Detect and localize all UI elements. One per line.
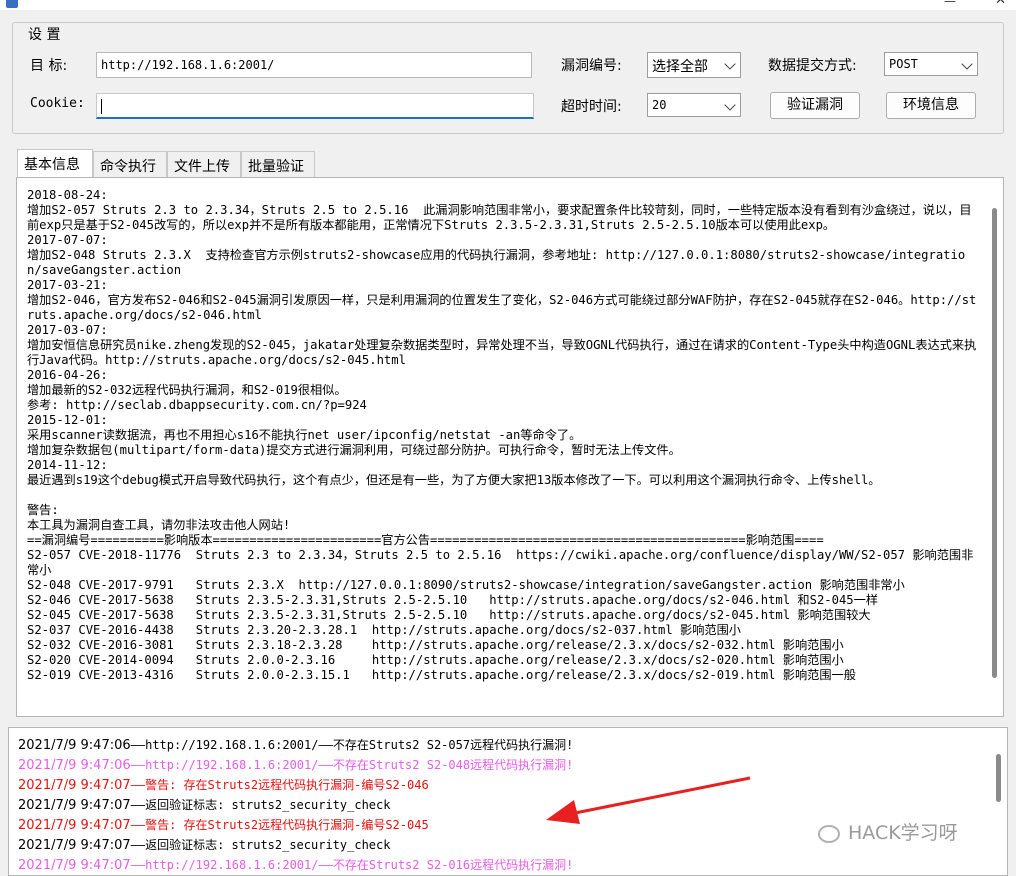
- env-info-button[interactable]: 环境信息: [886, 92, 976, 119]
- submit-method-value: POST: [889, 57, 918, 71]
- app-icon: [6, 0, 18, 8]
- log-line: 2021/7/9 9:47:07——警告: 存在Struts2远程代码执行漏洞-…: [18, 776, 429, 793]
- target-url-input[interactable]: http://192.168.1.6:2001/: [96, 52, 532, 78]
- log-message: ——警告: 存在Struts2远程代码执行漏洞-编号S2-045: [130, 818, 429, 832]
- minimize-icon[interactable]: —: [944, 0, 956, 8]
- log-output-area[interactable]: 2021/7/9 9:47:06——http://192.168.1.6:200…: [8, 727, 1008, 876]
- cookie-input[interactable]: [96, 93, 534, 119]
- tab-command-exec[interactable]: 命令执行: [93, 151, 167, 177]
- tab-basic-info[interactable]: 基本信息: [17, 149, 93, 177]
- log-scrollbar[interactable]: [996, 754, 1001, 802]
- log-line: 2021/7/9 9:47:07——返回验证标志: struts2_securi…: [18, 796, 390, 813]
- log-message: ——返回验证标志: struts2_security_check: [130, 798, 391, 812]
- watermark-text: HACK学习呀: [848, 822, 958, 844]
- log-time: 2021/7/9 9:47:07: [18, 778, 131, 793]
- watermark: HACK学习呀: [818, 818, 958, 845]
- info-text-area[interactable]: 2018-08-24: 增加S2-057 Struts 2.3 to 2.3.3…: [16, 177, 1004, 717]
- red-arrow-annotation: [546, 776, 751, 824]
- wechat-logo-icon: [818, 824, 840, 843]
- vuln-id-value: 选择全部: [652, 59, 708, 75]
- submit-method-label: 数据提交方式:: [768, 58, 857, 74]
- log-line: 2021/7/9 9:47:07——警告: 存在Struts2远程代码执行漏洞-…: [18, 816, 429, 833]
- window-titlebar: — ✕: [0, 0, 1016, 10]
- log-time: 2021/7/9 9:47:07: [18, 818, 131, 833]
- log-line: 2021/7/9 9:47:06——http://192.168.1.6:200…: [18, 756, 573, 773]
- info-text: 2018-08-24: 增加S2-057 Struts 2.3 to 2.3.3…: [27, 188, 977, 682]
- target-label: 目 标:: [30, 58, 68, 74]
- log-message: ——警告: 存在Struts2远程代码执行漏洞-编号S2-046: [130, 778, 429, 792]
- log-message: ——返回验证标志: struts2_security_check: [130, 838, 391, 852]
- log-time: 2021/7/9 9:47:07: [18, 838, 131, 853]
- vuln-id-select[interactable]: 选择全部: [647, 52, 741, 78]
- log-message: ——http://192.168.1.6:2001/——不存在Struts2 S…: [130, 738, 574, 752]
- info-scrollbar[interactable]: [992, 208, 997, 678]
- log-line: 2021/7/9 9:47:07——返回验证标志: struts2_securi…: [18, 836, 390, 853]
- log-message: ——http://192.168.1.6:2001/——不存在Struts2 S…: [130, 758, 574, 772]
- log-line: 2021/7/9 9:47:07——http://192.168.1.6:200…: [18, 856, 573, 873]
- timeout-label: 超时时间:: [561, 99, 622, 115]
- text-caret: [101, 99, 102, 114]
- log-message: ——http://192.168.1.6:2001/——不存在Struts2 S…: [130, 858, 574, 872]
- log-time: 2021/7/9 9:47:06: [18, 758, 131, 773]
- log-time: 2021/7/9 9:47:07: [18, 858, 131, 873]
- timeout-select[interactable]: 20: [647, 93, 741, 117]
- log-line: 2021/7/9 9:47:06——http://192.168.1.6:200…: [18, 736, 573, 753]
- verify-vuln-button[interactable]: 验证漏洞: [770, 92, 860, 119]
- cookie-label: Cookie:: [30, 96, 85, 111]
- close-icon[interactable]: ✕: [995, 0, 1006, 8]
- chevron-down-icon: [961, 58, 973, 70]
- submit-method-select[interactable]: POST: [884, 52, 978, 76]
- chevron-down-icon: [724, 58, 736, 70]
- tab-file-upload[interactable]: 文件上传: [167, 151, 241, 177]
- timeout-value: 20: [652, 98, 667, 112]
- settings-legend: 设 置: [24, 24, 65, 44]
- vuln-id-label: 漏洞编号:: [561, 58, 622, 74]
- log-time: 2021/7/9 9:47:07: [18, 798, 131, 813]
- log-time: 2021/7/9 9:47:06: [18, 738, 131, 753]
- tab-batch-verify[interactable]: 批量验证: [241, 151, 315, 177]
- chevron-down-icon: [724, 99, 736, 111]
